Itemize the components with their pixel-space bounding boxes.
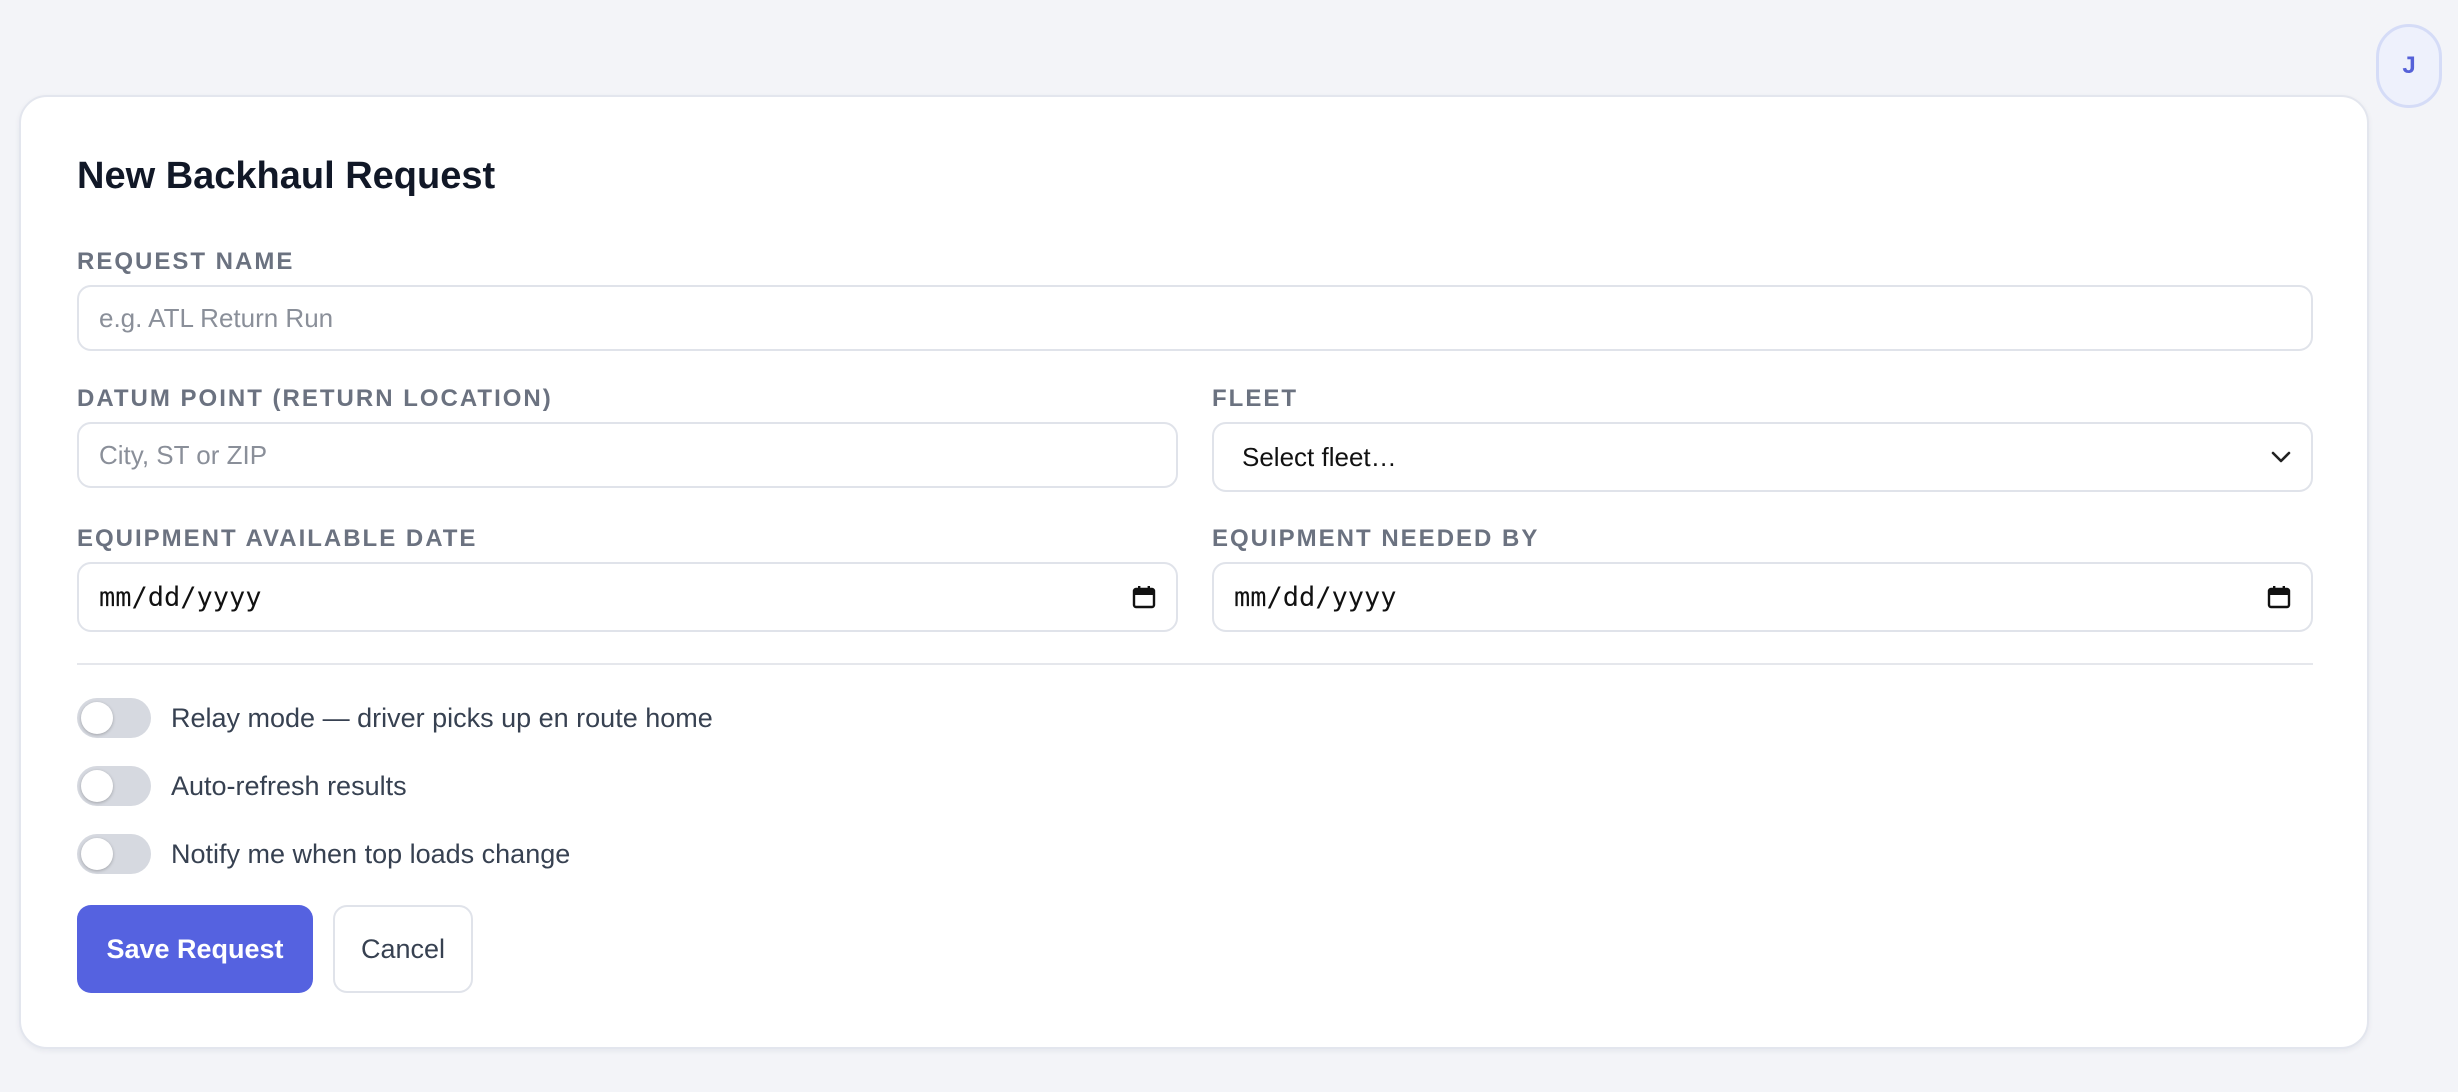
datum-point-placeholder: City, ST or ZIP bbox=[99, 439, 268, 470]
request-form-card: New Backhaul Request REQUEST NAME e.g. A… bbox=[19, 95, 2369, 1049]
equipment-needed-label: EQUIPMENT NEEDED BY bbox=[1212, 525, 1540, 552]
request-name-input[interactable]: e.g. ATL Return Run bbox=[77, 285, 2313, 351]
toggle-knob bbox=[81, 838, 113, 870]
avatar[interactable]: J bbox=[2376, 24, 2442, 108]
auto-refresh-label: Auto-refresh results bbox=[171, 770, 407, 801]
relay-mode-label: Relay mode — driver picks up en route ho… bbox=[171, 702, 713, 733]
request-name-placeholder: e.g. ATL Return Run bbox=[99, 302, 334, 333]
equipment-available-value: mm/dd/yyyy bbox=[99, 581, 262, 613]
save-request-button[interactable]: Save Request bbox=[77, 905, 313, 993]
calendar-icon[interactable] bbox=[1132, 585, 1156, 609]
chevron-down-icon bbox=[2271, 450, 2291, 464]
section-divider bbox=[77, 663, 2313, 665]
toggle-row-notify: Notify me when top loads change bbox=[77, 834, 570, 874]
page-title: New Backhaul Request bbox=[77, 155, 496, 197]
toggle-knob bbox=[81, 702, 113, 734]
toggle-knob bbox=[81, 770, 113, 802]
notify-toggle[interactable] bbox=[77, 834, 151, 874]
fleet-selected-value: Select fleet… bbox=[1242, 441, 1397, 472]
equipment-needed-date-input[interactable]: mm/dd/yyyy bbox=[1212, 562, 2313, 632]
avatar-initial: J bbox=[2402, 52, 2416, 79]
auto-refresh-toggle[interactable] bbox=[77, 766, 151, 806]
equipment-available-date-input[interactable]: mm/dd/yyyy bbox=[77, 562, 1178, 632]
datum-point-input[interactable]: City, ST or ZIP bbox=[77, 422, 1178, 488]
toggle-row-auto-refresh: Auto-refresh results bbox=[77, 766, 407, 806]
relay-mode-toggle[interactable] bbox=[77, 698, 151, 738]
equipment-available-label: EQUIPMENT AVAILABLE DATE bbox=[77, 525, 478, 552]
fleet-label: FLEET bbox=[1212, 385, 1298, 412]
toggle-row-relay-mode: Relay mode — driver picks up en route ho… bbox=[77, 698, 713, 738]
fleet-select[interactable]: Select fleet… bbox=[1212, 422, 2313, 492]
datum-point-label: DATUM POINT (RETURN LOCATION) bbox=[77, 385, 553, 412]
calendar-icon[interactable] bbox=[2267, 585, 2291, 609]
equipment-needed-value: mm/dd/yyyy bbox=[1234, 581, 1397, 613]
cancel-button[interactable]: Cancel bbox=[333, 905, 473, 993]
notify-label: Notify me when top loads change bbox=[171, 838, 571, 869]
request-name-label: REQUEST NAME bbox=[77, 248, 295, 275]
